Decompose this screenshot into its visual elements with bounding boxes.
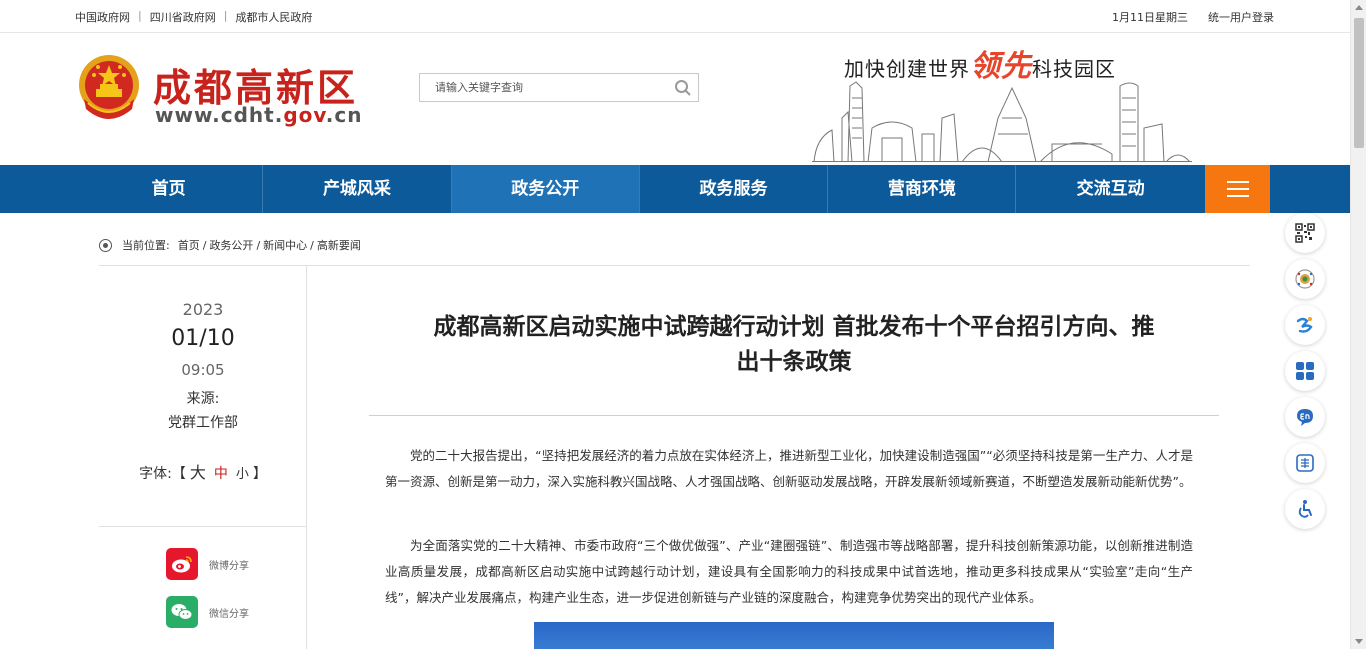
wechat-share-label: 微信分享 xyxy=(209,608,249,620)
article-image xyxy=(534,622,1054,649)
weibo-icon xyxy=(166,548,198,580)
qr-code-icon xyxy=(1295,223,1315,243)
article-title: 成都高新区启动实施中试跨越行动计划 首批发布十个平台招引方向、推出十条政策 xyxy=(433,314,1155,375)
url-gov: gov xyxy=(283,103,326,127)
login-link[interactable]: 统一用户登录 xyxy=(1208,9,1274,25)
nav-item-business[interactable]: 营商环境 xyxy=(828,165,1017,213)
menu-icon xyxy=(1226,181,1249,183)
separator: | xyxy=(223,9,228,22)
app-button[interactable] xyxy=(1285,305,1325,345)
link-chengdu-gov[interactable]: 成都市人民政府 xyxy=(235,9,312,25)
scroll-down-icon[interactable] xyxy=(1355,639,1363,644)
nav-item-city[interactable]: 产城风采 xyxy=(263,165,452,213)
nav-item-home[interactable]: 首页 xyxy=(75,165,264,213)
menu-icon xyxy=(1226,188,1249,190)
article-paragraph: 为全面落实党的二十大精神、市委市政府“三个做优做强”、产业“建圈强链”、制造强市… xyxy=(385,538,1193,605)
bracket-open: 【 xyxy=(171,466,186,482)
accessibility-button[interactable] xyxy=(1285,489,1325,529)
breadcrumb-separator: / xyxy=(202,238,207,252)
divider xyxy=(99,526,307,527)
english-chat-icon xyxy=(1297,409,1313,426)
menu-icon xyxy=(1226,195,1249,197)
publish-year: 2023 xyxy=(182,300,224,319)
top-bar-right: 1月11日星期三 统一用户登录 xyxy=(1112,9,1274,25)
title-divider xyxy=(369,415,1219,416)
breadcrumb-separator: / xyxy=(310,238,314,252)
site-url: www.cdht.gov.cn xyxy=(155,103,363,127)
breadcrumb-home[interactable]: 首页 xyxy=(178,237,200,253)
header: 成都高新区 www.cdht.gov.cn 加快创建世界领先科技园区 xyxy=(0,33,1350,165)
font-size-large[interactable]: 大 xyxy=(190,463,206,482)
font-size-control: 字体:【大中小】 xyxy=(99,459,307,483)
content-area: 当前位置: 首页 / 政务公开 / 新闻中心 / 高新要闻 2023 01/10… xyxy=(75,213,1275,649)
search-input[interactable] xyxy=(420,74,666,101)
nav-item-interaction[interactable]: 交流互动 xyxy=(1016,165,1204,213)
font-size-label: 字体: xyxy=(139,466,172,482)
qr-code-button[interactable] xyxy=(1285,213,1325,253)
breadcrumb-gov-affairs[interactable]: 政务公开 xyxy=(209,237,253,253)
font-size-medium[interactable]: 中 xyxy=(214,466,228,482)
link-central-gov[interactable]: 中国政府网 xyxy=(75,9,130,25)
gov-service-icon xyxy=(1295,269,1315,289)
breadcrumb: 当前位置: 首页 / 政务公开 / 新闻中心 / 高新要闻 xyxy=(99,237,361,253)
city-skyline-illustration xyxy=(812,81,1192,162)
bracket-close: 】 xyxy=(252,466,267,482)
publish-date: 01/10 xyxy=(171,326,235,351)
breadcrumb-label: 当前位置: xyxy=(122,239,170,252)
current-date: 1月11日星期三 xyxy=(1112,11,1188,24)
breadcrumb-news-center[interactable]: 新闻中心 xyxy=(263,237,307,253)
breadcrumb-separator: / xyxy=(256,238,261,252)
publish-time: 09:05 xyxy=(181,361,225,379)
wechat-share-button[interactable]: 微信分享 xyxy=(166,596,249,628)
scrollbar-thumb[interactable] xyxy=(1354,18,1364,148)
nav-item-gov-services[interactable]: 政务服务 xyxy=(640,165,829,213)
top-bar: 中国政府网 | 四川省政府网 | 成都市人民政府 1月11日星期三 统一用户登录 xyxy=(0,0,1350,33)
url-suffix: .cn xyxy=(325,103,363,127)
simplified-chinese-button[interactable] xyxy=(1285,443,1325,483)
accessibility-icon xyxy=(1298,500,1312,518)
chinese-char-icon xyxy=(1296,454,1314,472)
source-value: 党群工作部 xyxy=(168,415,238,431)
nav-item-gov-affairs[interactable]: 政务公开 xyxy=(451,165,640,213)
national-emblem-icon xyxy=(79,55,139,119)
apps-grid-icon xyxy=(1296,362,1314,380)
source-label: 来源: xyxy=(186,391,220,407)
search-box xyxy=(419,73,699,102)
gov-emblem-button[interactable] xyxy=(1285,259,1325,299)
weibo-share-label: 微博分享 xyxy=(209,560,249,572)
page-scrollbar[interactable] xyxy=(1350,0,1366,649)
gov-links: 中国政府网 | 四川省政府网 | 成都市人民政府 xyxy=(75,9,312,25)
scroll-up-icon[interactable] xyxy=(1355,5,1363,10)
breadcrumb-hightech-news[interactable]: 高新要闻 xyxy=(317,237,361,253)
app-logo-icon xyxy=(1296,317,1313,333)
nav-items: 首页 产城风采 政务公开 政务服务 营商环境 交流互动 xyxy=(75,165,1275,213)
menu-button[interactable] xyxy=(1204,165,1270,213)
article-meta-panel: 2023 01/10 09:05 来源: 党群工作部 字体:【大中小】 微博分享… xyxy=(99,266,307,649)
weibo-share-button[interactable]: 微博分享 xyxy=(166,548,249,580)
wechat-icon xyxy=(166,596,198,628)
font-size-small[interactable]: 小 xyxy=(236,467,249,482)
link-sichuan-gov[interactable]: 四川省政府网 xyxy=(150,9,216,25)
main-nav: 首页 产城风采 政务公开 政务服务 营商环境 交流互动 xyxy=(0,165,1350,213)
separator: | xyxy=(138,9,142,22)
location-icon xyxy=(99,238,112,252)
url-prefix: www.cdht. xyxy=(155,103,284,127)
english-version-button[interactable] xyxy=(1285,397,1325,437)
article-paragraph: 党的二十大报告提出，“坚持把发展经济的着力点放在实体经济上，推进新型工业化，加快… xyxy=(385,448,1193,489)
apps-grid-button[interactable] xyxy=(1285,351,1325,391)
search-icon[interactable] xyxy=(674,79,692,97)
